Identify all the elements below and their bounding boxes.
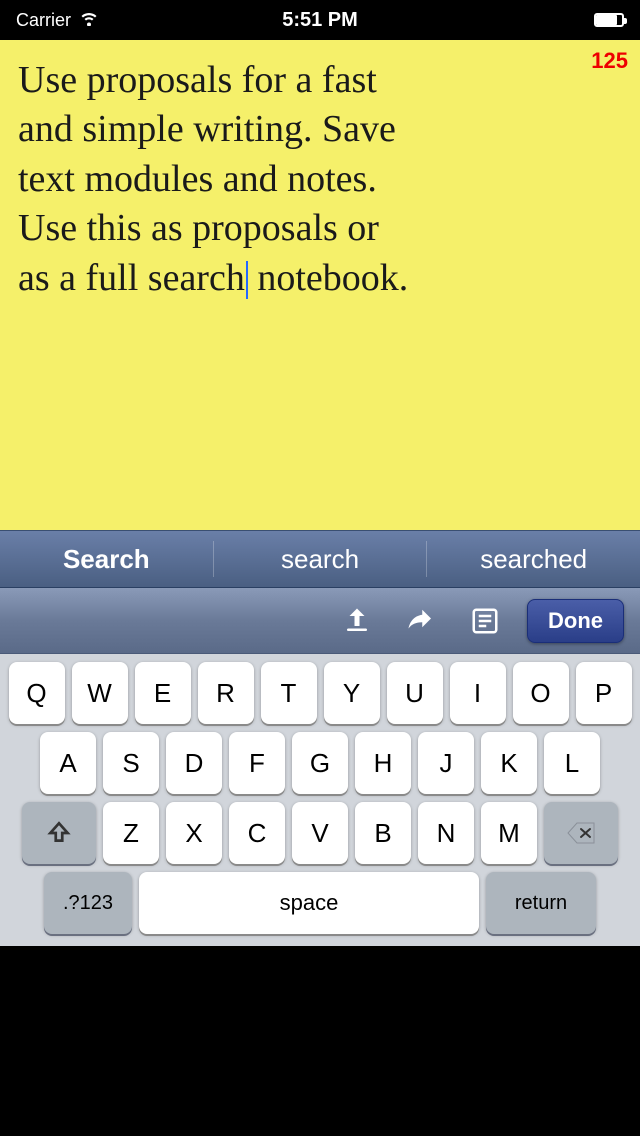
carrier-label: Carrier bbox=[16, 10, 71, 31]
text-line5b: notebook. bbox=[248, 257, 408, 299]
key-g[interactable]: G bbox=[292, 732, 348, 794]
key-t[interactable]: T bbox=[261, 662, 317, 724]
key-f[interactable]: F bbox=[229, 732, 285, 794]
key-m[interactable]: M bbox=[481, 802, 537, 864]
keyboard: Q W E R T Y U I O P A S D F G H J K L Z … bbox=[0, 654, 640, 946]
time-label: 5:51 PM bbox=[282, 9, 358, 31]
key-o[interactable]: O bbox=[513, 662, 569, 724]
key-r[interactable]: R bbox=[198, 662, 254, 724]
key-z[interactable]: Z bbox=[103, 802, 159, 864]
keyboard-row-1: Q W E R T Y U I O P bbox=[0, 654, 640, 724]
key-k[interactable]: K bbox=[481, 732, 537, 794]
keyboard-row-3: Z X C V B N M bbox=[0, 794, 640, 864]
status-bar: Carrier 5:51 PM bbox=[0, 0, 640, 40]
key-s[interactable]: S bbox=[103, 732, 159, 794]
key-q[interactable]: Q bbox=[9, 662, 65, 724]
notes-icon[interactable] bbox=[463, 599, 507, 643]
wifi-icon bbox=[79, 10, 99, 31]
autocomplete-bar: Search search searched bbox=[0, 530, 640, 588]
share-icon[interactable] bbox=[399, 599, 443, 643]
key-h[interactable]: H bbox=[355, 732, 411, 794]
done-button[interactable]: Done bbox=[527, 599, 624, 643]
text-line1: Use proposals for a fast bbox=[18, 59, 377, 101]
text-line3: text modules and notes. bbox=[18, 158, 377, 200]
space-key[interactable]: space bbox=[139, 872, 479, 934]
keyboard-row-2: A S D F G H J K L bbox=[0, 724, 640, 794]
return-key[interactable]: return bbox=[486, 872, 596, 934]
upload-icon[interactable] bbox=[335, 599, 379, 643]
key-c[interactable]: C bbox=[229, 802, 285, 864]
text-line4: Use this as proposals or bbox=[18, 207, 379, 249]
keyboard-row-4: .?123 space return bbox=[0, 864, 640, 946]
text-area[interactable]: 125 Use proposals for a fast and simple … bbox=[0, 40, 640, 530]
key-u[interactable]: U bbox=[387, 662, 443, 724]
key-n[interactable]: N bbox=[418, 802, 474, 864]
key-v[interactable]: V bbox=[292, 802, 348, 864]
key-p[interactable]: P bbox=[576, 662, 632, 724]
battery-icon bbox=[594, 13, 624, 27]
autocomplete-item-1[interactable]: Search bbox=[0, 531, 213, 587]
key-y[interactable]: Y bbox=[324, 662, 380, 724]
key-i[interactable]: I bbox=[450, 662, 506, 724]
key-w[interactable]: W bbox=[72, 662, 128, 724]
key-x[interactable]: X bbox=[166, 802, 222, 864]
text-line2: and simple writing. Save bbox=[18, 108, 396, 150]
delete-key[interactable] bbox=[544, 802, 618, 864]
key-j[interactable]: J bbox=[418, 732, 474, 794]
autocomplete-item-3[interactable]: searched bbox=[427, 531, 640, 587]
badge-count: 125 bbox=[591, 48, 628, 74]
text-line5: as a full search bbox=[18, 257, 245, 299]
numbers-key[interactable]: .?123 bbox=[44, 872, 132, 934]
note-text[interactable]: Use proposals for a fast and simple writ… bbox=[18, 56, 622, 303]
key-l[interactable]: L bbox=[544, 732, 600, 794]
key-b[interactable]: B bbox=[355, 802, 411, 864]
toolbar: Done bbox=[0, 588, 640, 654]
key-e[interactable]: E bbox=[135, 662, 191, 724]
key-a[interactable]: A bbox=[40, 732, 96, 794]
autocomplete-item-2[interactable]: search bbox=[214, 531, 427, 587]
key-d[interactable]: D bbox=[166, 732, 222, 794]
shift-key[interactable] bbox=[22, 802, 96, 864]
